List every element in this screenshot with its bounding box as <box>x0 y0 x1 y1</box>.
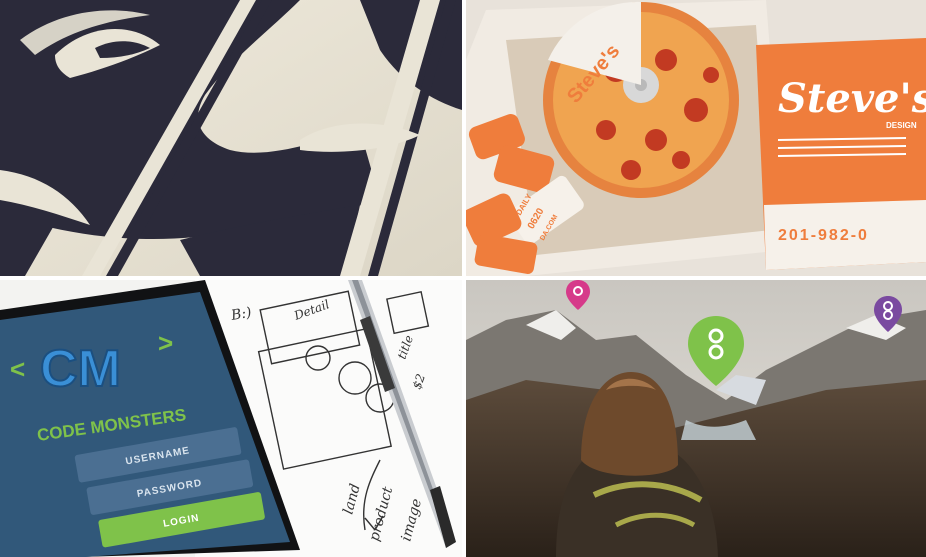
app-logo: CM <box>40 340 121 398</box>
card-design-text: DESIGN <box>886 121 917 130</box>
card-brand-text: Steve's <box>778 75 926 122</box>
app-left-bracket: < <box>10 354 25 384</box>
image-collage: Steve's Steve's DESIGN 201-982-0 DAILY 0… <box>0 0 926 557</box>
pizza-branding-tile: Steve's Steve's DESIGN 201-982-0 DAILY 0… <box>466 0 926 276</box>
code-monsters-tile: B:) Detail title $2 land product image <… <box>0 280 462 557</box>
hiker-mountain-photo <box>466 280 926 557</box>
app-right-bracket: > <box>158 328 173 358</box>
hiker-map-tile <box>466 280 926 557</box>
code-monsters-photo: B:) Detail title $2 land product image <… <box>0 280 462 557</box>
ninja-illustration-tile <box>0 0 462 276</box>
ninja-illustration <box>0 0 462 276</box>
pizza-branding-photo: Steve's Steve's DESIGN 201-982-0 DAILY 0… <box>466 0 926 276</box>
card-phone-text: 201-982-0 <box>778 227 869 244</box>
